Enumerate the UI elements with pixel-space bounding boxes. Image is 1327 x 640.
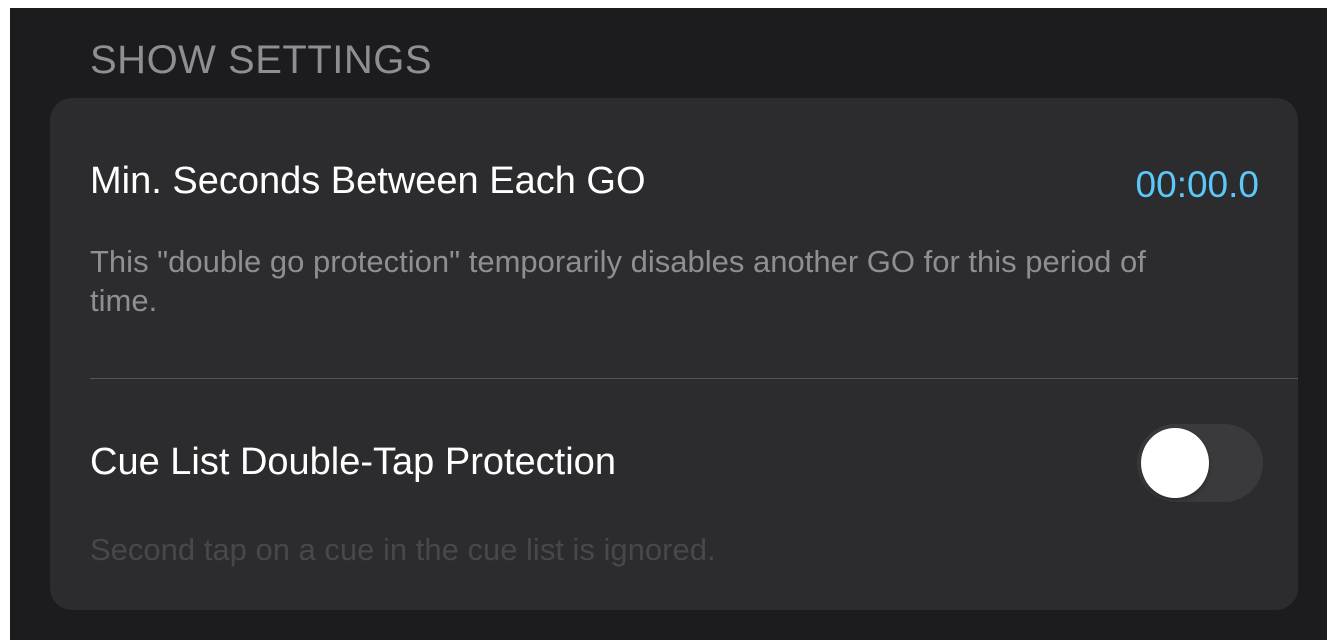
double-go-time-value[interactable]: 00:00.0 [1136,162,1259,208]
row-separator [90,378,1298,379]
double-go-title: Min. Seconds Between Each GO [90,160,646,202]
section-header: SHOW SETTINGS [90,38,433,82]
double-tap-title: Cue List Double-Tap Protection [90,441,616,483]
double-tap-toggle[interactable] [1137,424,1263,502]
toggle-knob [1141,428,1209,498]
double-tap-description: Second tap on a cue in the cue list is i… [90,532,716,567]
double-go-description: This "double go protection" temporarily … [90,244,1146,318]
settings-screen: SHOW SETTINGS Min. Seconds Between Each … [10,8,1327,640]
settings-card: Min. Seconds Between Each GO 00:00.0 Thi… [50,98,1298,610]
